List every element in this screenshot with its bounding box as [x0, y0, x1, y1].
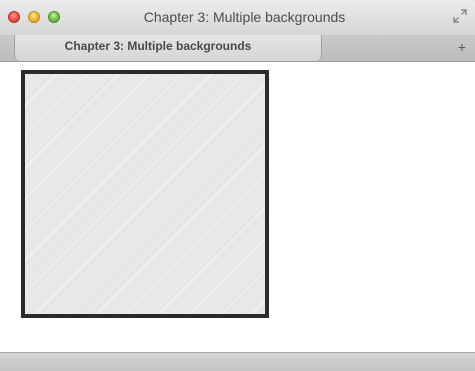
multiple-backgrounds-box [21, 70, 269, 318]
plus-icon[interactable]: + [455, 38, 469, 56]
status-bar [0, 352, 475, 371]
title-bar[interactable]: Chapter 3: Multiple backgrounds [0, 0, 475, 35]
tab-chapter-3[interactable]: Chapter 3: Multiple backgrounds [14, 35, 322, 61]
browser-window: Chapter 3: Multiple backgrounds Chapter … [0, 0, 475, 371]
fullscreen-icon[interactable] [453, 9, 467, 23]
tab-label: Chapter 3: Multiple backgrounds [64, 39, 252, 53]
page-content [0, 62, 475, 352]
window-title: Chapter 3: Multiple backgrounds [143, 9, 346, 25]
tab-strip: Chapter 3: Multiple backgrounds + [0, 35, 475, 62]
